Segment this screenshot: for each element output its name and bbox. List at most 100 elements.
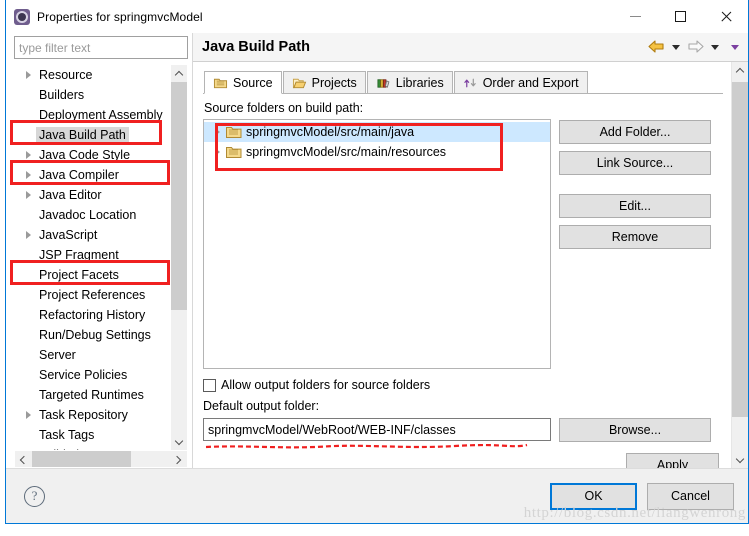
expand-chevron-icon[interactable] <box>21 71 36 79</box>
sidebar-item-validation[interactable]: Validation <box>15 445 170 450</box>
filter-input[interactable] <box>14 36 188 59</box>
sidebar-item-label: Task Repository <box>39 408 128 422</box>
scroll-up-button[interactable] <box>171 65 187 82</box>
sidebar-item-javadoc-location[interactable]: Javadoc Location <box>15 205 170 225</box>
expand-chevron-icon[interactable] <box>21 231 36 239</box>
source-folders-list[interactable]: springmvcModel/src/main/java springmvcMod… <box>203 119 551 369</box>
sidebar-item-label: Validation <box>36 447 96 450</box>
default-output-folder-input[interactable] <box>203 418 551 441</box>
package-folder-icon <box>225 125 246 139</box>
projects-folder-icon <box>292 76 307 90</box>
scroll-left-button[interactable] <box>15 451 32 467</box>
sidebar-item-run-debug-settings[interactable]: Run/Debug Settings <box>15 325 170 345</box>
expand-chevron-icon[interactable] <box>21 171 36 179</box>
sidebar-item-builders[interactable]: Builders <box>15 85 170 105</box>
settings-tree[interactable]: Resource Builders Deployment Assembly Java … <box>15 65 170 450</box>
sidebar-item-label: Service Policies <box>39 368 128 382</box>
dialog-footer: ? OK Cancel http://blog.csdn.net/liangwe… <box>6 468 748 523</box>
sidebar-horizontal-scrollbar[interactable] <box>15 450 187 467</box>
scroll-right-button[interactable] <box>170 451 187 467</box>
sidebar-item-java-build-path[interactable]: Java Build Path <box>15 125 170 145</box>
sidebar-vertical-scrollbar[interactable] <box>170 65 187 450</box>
main-scroll-up-button[interactable] <box>732 62 748 79</box>
source-folder-row[interactable]: springmvcModel/src/main/resources <box>204 142 550 162</box>
tab-libraries[interactable]: Libraries <box>366 71 453 93</box>
settings-sidebar: Resource Builders Deployment Assembly Java … <box>6 33 192 468</box>
order-export-icon <box>463 76 478 90</box>
main-scroll-track[interactable] <box>732 79 748 451</box>
tab-order-and-export[interactable]: Order and Export <box>453 71 588 93</box>
package-folder-icon <box>225 145 246 159</box>
sidebar-item-label: Java Code Style <box>39 148 131 162</box>
apply-button[interactable]: Apply <box>626 453 719 468</box>
allow-output-folders-checkbox[interactable] <box>203 378 216 392</box>
build-path-tabs: Source Projects Libraries Order and Export <box>203 70 723 94</box>
main-vertical-scrollbar[interactable] <box>731 62 748 468</box>
tab-projects[interactable]: Projects <box>282 71 366 93</box>
view-menu-chevron-down-icon[interactable] <box>731 44 739 50</box>
source-folders-area: springmvcModel/src/main/java springmvcMod… <box>203 119 723 369</box>
navigation-controls <box>648 40 744 54</box>
maximize-button[interactable] <box>658 0 703 33</box>
main-scroll-thumb[interactable] <box>732 82 748 417</box>
sidebar-item-resource[interactable]: Resource <box>15 65 170 85</box>
hscroll-thumb[interactable] <box>32 451 132 467</box>
back-arrow-icon[interactable] <box>648 40 665 54</box>
cancel-button[interactable]: Cancel <box>647 482 734 510</box>
add-folder-button[interactable]: Add Folder... <box>559 120 711 144</box>
forward-history-chevron-down-icon[interactable] <box>711 44 719 50</box>
sidebar-item-server[interactable]: Server <box>15 345 170 365</box>
allow-output-folders-row[interactable]: Allow output folders for source folders <box>203 378 723 392</box>
tab-label: Libraries <box>395 75 444 90</box>
sidebar-item-service-policies[interactable]: Service Policies <box>15 365 170 385</box>
libraries-books-icon <box>376 76 391 90</box>
sidebar-item-project-facets[interactable]: Project Facets <box>15 265 170 285</box>
tab-source[interactable]: Source <box>204 71 282 94</box>
sidebar-item-label: Run/Debug Settings <box>39 328 151 342</box>
sidebar-item-targeted-runtimes[interactable]: Targeted Runtimes <box>15 385 170 405</box>
settings-tree-container: Resource Builders Deployment Assembly Java … <box>14 64 188 468</box>
sidebar-item-task-repository[interactable]: Task Repository <box>15 405 170 425</box>
apply-row: Apply <box>203 453 723 468</box>
minimize-button[interactable] <box>613 0 658 33</box>
source-folder-row[interactable]: springmvcModel/src/main/java <box>204 122 550 142</box>
sidebar-item-label: Builders <box>39 88 85 102</box>
expand-chevron-icon[interactable] <box>210 128 225 136</box>
sidebar-item-project-references[interactable]: Project References <box>15 285 170 305</box>
properties-gear-icon <box>14 8 30 25</box>
sidebar-item-refactoring-history[interactable]: Refactoring History <box>15 305 170 325</box>
sidebar-item-java-editor[interactable]: Java Editor <box>15 185 170 205</box>
source-folder-icon <box>213 76 228 90</box>
scroll-track[interactable] <box>171 82 187 433</box>
help-question-icon[interactable]: ? <box>24 485 45 507</box>
ok-button[interactable]: OK <box>550 482 637 510</box>
edit-button[interactable]: Edit... <box>559 194 711 218</box>
forward-arrow-icon[interactable] <box>687 40 704 54</box>
expand-chevron-icon[interactable] <box>21 151 36 159</box>
sidebar-item-task-tags[interactable]: Task Tags <box>15 425 170 445</box>
sidebar-item-label: Project Facets <box>39 268 119 282</box>
expand-chevron-icon[interactable] <box>21 411 36 419</box>
main-panel: Java Build Path Source Projects Librarie… <box>192 33 748 468</box>
back-history-chevron-down-icon[interactable] <box>672 44 680 50</box>
close-button[interactable] <box>703 0 748 33</box>
sidebar-item-label: Project References <box>39 288 146 302</box>
sidebar-item-java-compiler[interactable]: Java Compiler <box>15 165 170 185</box>
remove-button[interactable]: Remove <box>559 225 711 249</box>
expand-chevron-icon[interactable] <box>210 148 225 156</box>
main-scroll-down-button[interactable] <box>732 451 748 468</box>
tab-label: Projects <box>311 75 357 90</box>
sidebar-item-java-code-style[interactable]: Java Code Style <box>15 145 170 165</box>
tab-label: Order and Export <box>482 75 579 90</box>
source-folders-label: Source folders on build path: <box>204 101 364 115</box>
window-title: Properties for springmvcModel <box>37 9 203 24</box>
sidebar-item-javascript[interactable]: JavaScript <box>15 225 170 245</box>
link-source-button[interactable]: Link Source... <box>559 151 711 175</box>
browse-button[interactable]: Browse... <box>559 418 711 442</box>
scroll-down-button[interactable] <box>171 433 187 450</box>
expand-chevron-icon[interactable] <box>21 191 36 199</box>
scroll-thumb[interactable] <box>171 82 187 311</box>
hscroll-track[interactable] <box>32 451 170 467</box>
sidebar-item-deployment-assembly[interactable]: Deployment Assembly <box>15 105 170 125</box>
sidebar-item-jsp-fragment[interactable]: JSP Fragment <box>15 245 170 265</box>
